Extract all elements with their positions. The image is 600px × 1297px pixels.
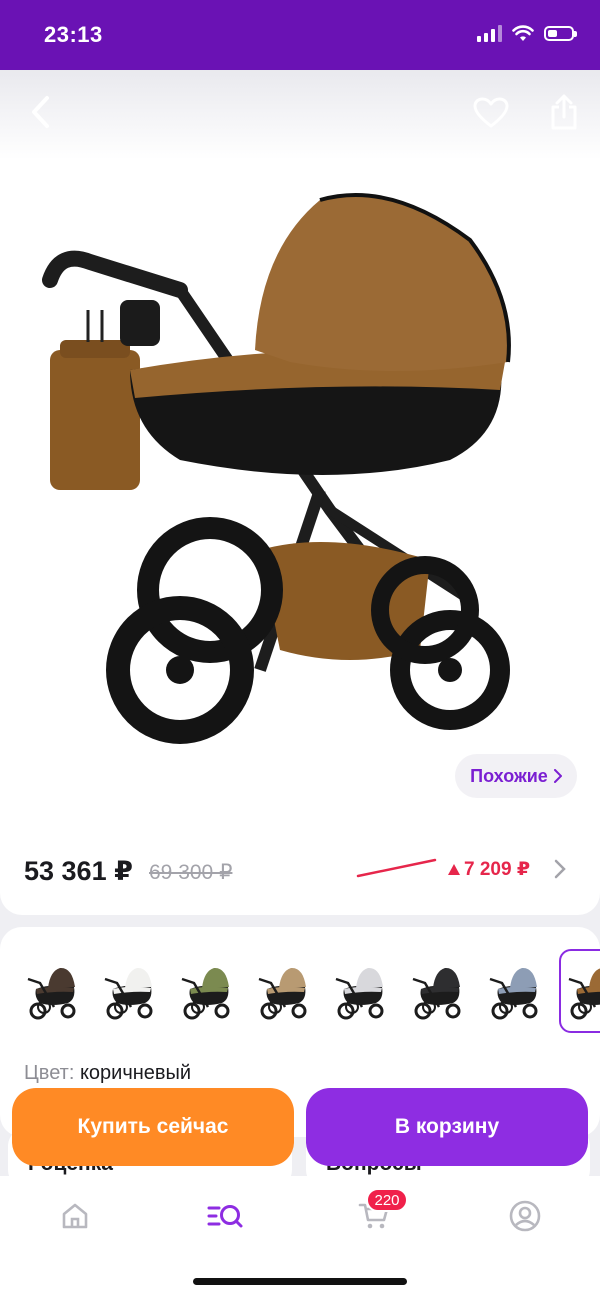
stroller-thumbnail (335, 967, 383, 1020)
stroller-thumbnail (489, 967, 537, 1020)
color-variant-list (20, 949, 600, 1033)
similar-products-button[interactable]: Похожие (455, 754, 577, 798)
price-drop[interactable]: 7 209 ₽ (448, 858, 530, 881)
color-variant-white[interactable] (97, 949, 162, 1033)
price-trend-line[interactable] (355, 856, 440, 880)
product-image-gallery[interactable]: Похожие (0, 70, 600, 840)
color-label: Цвет: (24, 1062, 75, 1084)
price-section: 53 361 ₽ 69 300 ₽ 7 209 ₽ (0, 820, 600, 915)
home-icon (62, 1203, 88, 1229)
profile-icon (509, 1200, 541, 1232)
add-to-cart-button[interactable]: В корзину (306, 1088, 588, 1166)
share-button[interactable] (544, 90, 584, 134)
stroller-photo (42, 193, 511, 744)
stroller-thumbnail (27, 967, 75, 1020)
tab-profile[interactable] (503, 1194, 547, 1238)
home-indicator (193, 1278, 407, 1285)
current-price: 53 361 ₽ (24, 856, 133, 886)
status-icons (477, 24, 577, 42)
color-variant-black[interactable] (405, 949, 470, 1033)
heart-icon (473, 97, 509, 128)
color-line: Цвет: коричневый (24, 1062, 191, 1085)
color-value: коричневый (79, 1062, 192, 1084)
share-icon (551, 94, 577, 130)
status-bar: 23:13 (0, 0, 600, 70)
color-variant-olive[interactable] (174, 949, 239, 1033)
stroller-thumbnail (104, 967, 152, 1020)
color-variant-silver[interactable] (328, 949, 393, 1033)
chevron-left-icon (32, 96, 49, 128)
triangle-up-icon (448, 864, 460, 875)
color-variant-beige[interactable] (251, 949, 316, 1033)
status-time: 23:13 (44, 22, 103, 47)
stroller-thumbnail (258, 967, 306, 1020)
color-variant-brown[interactable] (559, 949, 600, 1033)
tab-catalog[interactable] (203, 1194, 247, 1238)
battery-icon (544, 25, 577, 41)
similar-label: Похожие (470, 765, 548, 786)
buy-now-button[interactable]: Купить сейчас (12, 1088, 294, 1166)
price-drop-value: 7 209 ₽ (464, 859, 531, 880)
wifi-icon (512, 24, 534, 41)
chevron-right-icon[interactable] (552, 856, 568, 882)
favorite-button[interactable] (470, 92, 512, 134)
stroller-thumbnail (181, 967, 229, 1020)
color-variant-brown-dark[interactable] (20, 949, 85, 1033)
color-variant-blue-grey[interactable] (482, 949, 547, 1033)
stroller-thumbnail (412, 967, 460, 1020)
signal-icon (477, 24, 502, 42)
tab-bar: 220 (0, 1176, 600, 1297)
catalog-search-icon (207, 1205, 243, 1228)
old-price: 69 300 ₽ (149, 861, 233, 884)
cart-count-badge: 220 (366, 1188, 408, 1212)
chevron-right-icon (553, 769, 562, 783)
back-button[interactable] (20, 92, 60, 132)
stroller-thumbnail (568, 968, 600, 1020)
tab-home[interactable] (53, 1194, 97, 1238)
